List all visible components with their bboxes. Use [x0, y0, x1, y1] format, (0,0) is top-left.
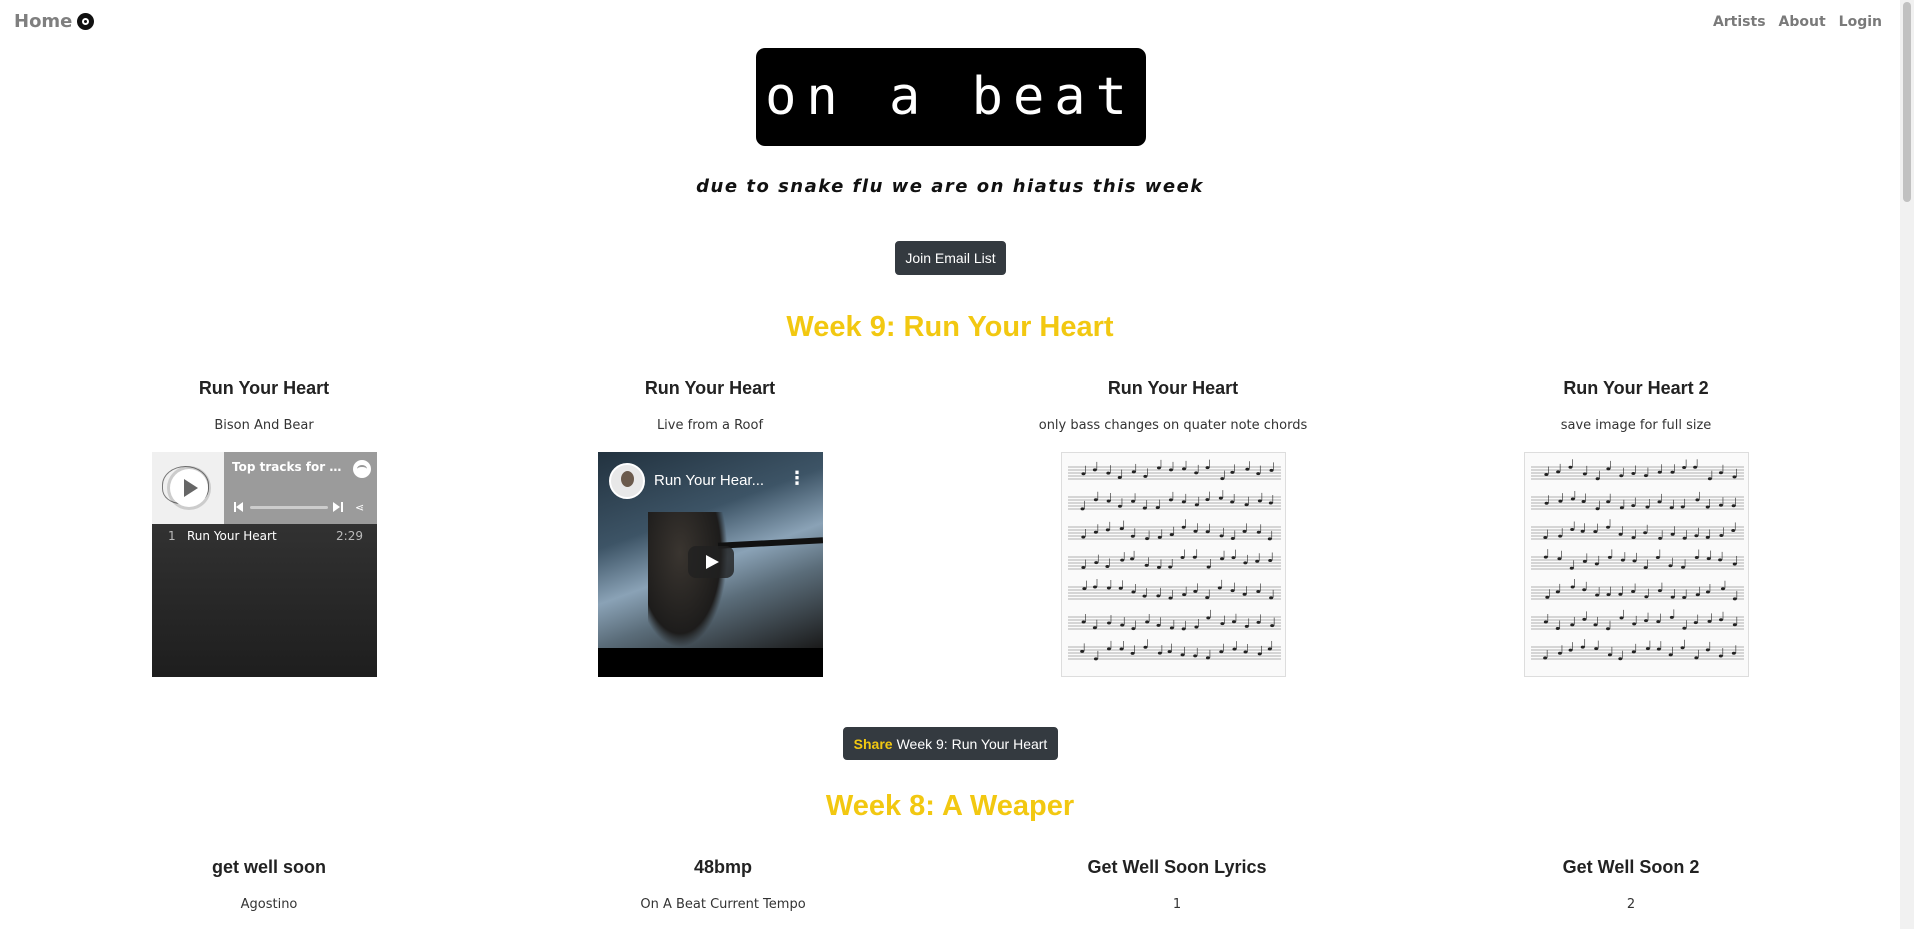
- card-title: 48bmp: [693, 857, 753, 877]
- card-subtitle: 2: [1626, 897, 1636, 912]
- share-label: Week 9: Run Your Heart: [896, 735, 1048, 752]
- card-title: get well soon: [211, 857, 326, 877]
- song-card: Run Your Heart only bass changes on quat…: [993, 378, 1353, 433]
- song-card: Run Your Heart Bison And Bear: [84, 378, 444, 433]
- song-card: Run Your Heart 2 save image for full siz…: [1456, 378, 1816, 433]
- card-subtitle: Bison And Bear: [214, 418, 314, 433]
- song-card: Get Well Soon Lyrics 1: [997, 857, 1357, 912]
- next-track-icon[interactable]: [333, 502, 343, 512]
- progress-bar[interactable]: [250, 506, 328, 509]
- sheet-music-staves: [1068, 459, 1281, 661]
- song-card: Run Your Heart Live from a Roof: [530, 378, 890, 433]
- track-name: Run Your Heart: [187, 529, 277, 543]
- share-icon[interactable]: ⋖: [355, 502, 367, 514]
- more-options-icon[interactable]: [788, 468, 806, 489]
- scrollbar-thumb[interactable]: [1903, 2, 1911, 202]
- week-title: Week 8: A Weaper: [825, 790, 1075, 822]
- page-scrollbar[interactable]: [1900, 0, 1914, 929]
- join-email-list-button[interactable]: Join Email List: [895, 241, 1006, 275]
- week-title: Week 9: Run Your Heart: [786, 311, 1114, 343]
- card-title: Run Your Heart: [644, 378, 776, 398]
- spotify-logo-icon[interactable]: [353, 460, 371, 478]
- home-label: Home: [14, 11, 73, 32]
- share-week-button[interactable]: Share Week 9: Run Your Heart: [843, 727, 1058, 760]
- song-card: 48bmp On A Beat Current Tempo: [543, 857, 903, 912]
- track-row[interactable]: 1 Run Your Heart 2:29: [152, 529, 377, 547]
- card-subtitle: only bass changes on quater note chords: [1038, 418, 1308, 433]
- spotify-embed[interactable]: Top tracks for Bi... ⋖ 1 Run Your Heart …: [152, 452, 377, 677]
- card-title: Get Well Soon 2: [1562, 857, 1700, 877]
- card-title: Run Your Heart: [198, 378, 330, 398]
- sheet-music-staves: [1531, 459, 1744, 661]
- card-subtitle: Live from a Roof: [656, 418, 764, 433]
- card-subtitle: 1: [1172, 897, 1182, 912]
- logo-text: on a beat: [765, 67, 1137, 127]
- nav-links: Artists About Login: [1713, 14, 1882, 30]
- nav-link-artists[interactable]: Artists: [1713, 14, 1766, 30]
- channel-avatar[interactable]: [609, 463, 645, 499]
- vinyl-record-icon: [77, 13, 95, 30]
- video-title[interactable]: Run Your Hear...: [654, 472, 772, 489]
- track-duration: 2:29: [336, 529, 363, 543]
- share-label-highlight: Share: [853, 735, 893, 752]
- video-subject: [648, 512, 728, 648]
- navbar: Home Artists About Login: [0, 0, 1900, 46]
- card-subtitle: On A Beat Current Tempo: [640, 897, 806, 912]
- play-icon[interactable]: [688, 546, 734, 578]
- sheet-music-image[interactable]: [1061, 452, 1286, 677]
- sheet-music-image[interactable]: [1524, 452, 1749, 677]
- nav-link-about[interactable]: About: [1779, 14, 1826, 30]
- previous-track-icon[interactable]: [234, 502, 244, 512]
- card-title: Run Your Heart 2: [1563, 378, 1709, 398]
- card-title: Get Well Soon Lyrics: [1087, 857, 1267, 877]
- nav-link-login[interactable]: Login: [1839, 14, 1882, 30]
- spotify-playlist-title: Top tracks for Bi...: [232, 460, 344, 474]
- hiatus-tagline: due to snake flu we are on hiatus this w…: [696, 176, 1204, 197]
- song-card: Get Well Soon 2 2: [1451, 857, 1811, 912]
- card-subtitle: Agostino: [240, 897, 298, 912]
- song-card: get well soon Agostino: [89, 857, 449, 912]
- track-number: 1: [168, 529, 176, 543]
- home-link[interactable]: Home: [14, 11, 95, 32]
- card-subtitle: save image for full size: [1560, 418, 1712, 433]
- site-logo: on a beat: [756, 48, 1146, 146]
- play-icon[interactable]: [170, 469, 208, 507]
- youtube-embed[interactable]: Run Your Hear...: [598, 452, 823, 677]
- card-title: Run Your Heart: [1107, 378, 1239, 398]
